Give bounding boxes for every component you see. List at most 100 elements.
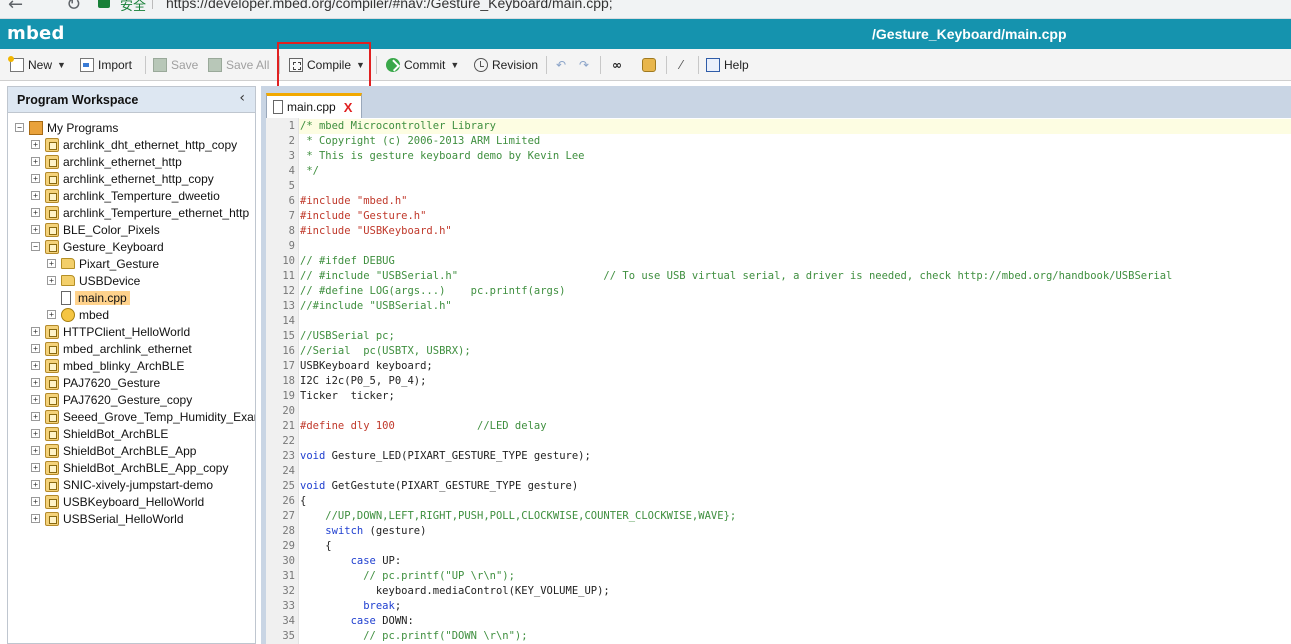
tree-expander-icon[interactable]: + — [31, 191, 40, 200]
tree-expander-icon[interactable]: + — [47, 310, 56, 319]
close-tab-icon[interactable]: X — [344, 100, 353, 115]
code-line[interactable]: */ — [300, 164, 319, 179]
code-line[interactable]: #include "mbed.h" — [300, 194, 407, 209]
code-line[interactable]: * Copyright (c) 2006-2013 ARM Limited — [300, 134, 540, 149]
chevron-down-icon[interactable]: ▼ — [450, 60, 459, 70]
preferences-button[interactable] — [642, 56, 660, 74]
tree-expander-icon[interactable]: + — [31, 429, 40, 438]
code-line[interactable]: // #include "USBSerial.h" // To use USB … — [300, 269, 1172, 284]
reload-icon[interactable]: ↻ — [66, 0, 81, 15]
tree-item-program[interactable]: + USBSerial_HelloWorld — [31, 510, 184, 527]
code-line[interactable]: /* mbed Microcontroller Library — [300, 119, 496, 134]
revision-button[interactable]: Revision — [474, 56, 538, 74]
code-line[interactable]: { — [300, 539, 331, 554]
code-line[interactable]: // pc.printf("UP \r\n"); — [300, 569, 515, 584]
code-line[interactable]: keyboard.mediaControl(KEY_VOLUME_UP); — [300, 584, 610, 599]
tree-root-my-programs[interactable]: − My Programs — [15, 119, 118, 136]
back-arrow-icon[interactable]: ← — [8, 0, 23, 15]
tree-item-program[interactable]: + HTTPClient_HelloWorld — [31, 323, 190, 340]
tree-item-program[interactable]: + SNIC-xively-jumpstart-demo — [31, 476, 213, 493]
code-line[interactable]: I2C i2c(P0_5, P0_4); — [300, 374, 426, 389]
tree-expander-icon[interactable]: + — [31, 327, 40, 336]
code-line[interactable]: case DOWN: — [300, 614, 414, 629]
tree-item-program[interactable]: + Seeed_Grove_Temp_Humidity_Example — [31, 408, 255, 425]
tree-item-program[interactable]: + ShieldBot_ArchBLE — [31, 425, 168, 442]
code-line[interactable]: //#include "USBSerial.h" — [300, 299, 452, 314]
tree-expander-icon[interactable]: + — [31, 514, 40, 523]
new-button[interactable]: New ▼ — [8, 56, 66, 74]
tree-expander-icon[interactable]: + — [31, 395, 40, 404]
tree-expander-icon[interactable]: + — [47, 259, 56, 268]
save-button[interactable]: Save — [153, 56, 198, 74]
tree-expander-icon[interactable]: + — [31, 225, 40, 234]
tree-expander-icon[interactable]: + — [31, 208, 40, 217]
tree-expander-icon[interactable]: + — [31, 157, 40, 166]
address-bar-url[interactable]: https://developer.mbed.org/compiler/#nav… — [166, 0, 613, 11]
mbed-logo[interactable]: mbed — [7, 23, 65, 44]
tree-expander-icon[interactable]: + — [31, 446, 40, 455]
chevron-down-icon[interactable]: ▼ — [57, 60, 66, 70]
tree-item-program[interactable]: + ShieldBot_ArchBLE_App — [31, 442, 196, 459]
tree-item-folder[interactable]: + USBDevice — [47, 272, 140, 289]
compile-button[interactable]: Compile ▼ — [289, 56, 365, 74]
commit-button[interactable]: Commit ▼ — [386, 56, 459, 74]
tree-item-program[interactable]: + mbed_archlink_ethernet — [31, 340, 192, 357]
tree-expander-icon[interactable]: + — [31, 140, 40, 149]
code-line[interactable]: Ticker ticker; — [300, 389, 395, 404]
tree-expander-icon[interactable]: + — [47, 276, 56, 285]
tree-item-program[interactable]: + archlink_ethernet_http — [31, 153, 182, 170]
tree-expander-icon[interactable]: − — [31, 242, 40, 251]
tree-item-program[interactable]: + archlink_Temperture_ethernet_http — [31, 204, 249, 221]
tree-expander-icon[interactable]: + — [31, 463, 40, 472]
code-line[interactable]: //Serial pc(USBTX, USBRX); — [300, 344, 471, 359]
code-line[interactable]: void Gesture_LED(PIXART_GESTURE_TYPE ges… — [300, 449, 591, 464]
code-line[interactable]: // #define LOG(args...) pc.printf(args) — [300, 284, 566, 299]
tree-expander-icon[interactable]: − — [15, 123, 24, 132]
code-line[interactable]: //UP,DOWN,LEFT,RIGHT,PUSH,POLL,CLOCKWISE… — [300, 509, 736, 524]
tree-item-program[interactable]: + BLE_Color_Pixels — [31, 221, 160, 238]
tree-expander-icon[interactable]: + — [31, 480, 40, 489]
tree-item-program[interactable]: + PAJ7620_Gesture — [31, 374, 160, 391]
code-line[interactable]: #include "Gesture.h" — [300, 209, 426, 224]
tree-item-program[interactable]: − Gesture_Keyboard — [31, 238, 164, 255]
code-line[interactable]: USBKeyboard keyboard; — [300, 359, 433, 374]
help-button[interactable]: Help — [706, 56, 749, 74]
tree-item-file[interactable]: main.cpp — [47, 289, 130, 306]
find-button[interactable]: ∞ — [610, 56, 628, 74]
tree-item-program[interactable]: + USBKeyboard_HelloWorld — [31, 493, 204, 510]
code-line[interactable]: // pc.printf("DOWN \r\n"); — [300, 629, 527, 644]
code-line[interactable]: void GetGestute(PIXART_GESTURE_TYPE gest… — [300, 479, 578, 494]
tree-expander-icon[interactable]: + — [31, 412, 40, 421]
code-line[interactable]: { — [300, 494, 306, 509]
tree-item-program[interactable]: + mbed_blinky_ArchBLE — [31, 357, 184, 374]
code-line[interactable]: * This is gesture keyboard demo by Kevin… — [300, 149, 584, 164]
code-line[interactable]: // #ifdef DEBUG — [300, 254, 395, 269]
save-all-button[interactable]: Save All — [208, 56, 269, 74]
code-line[interactable]: switch (gesture) — [300, 524, 426, 539]
code-line[interactable]: case UP: — [300, 554, 402, 569]
tree-expander-icon[interactable]: + — [31, 497, 40, 506]
tree-item-program[interactable]: + archlink_ethernet_http_copy — [31, 170, 214, 187]
tree-expander-icon[interactable]: + — [31, 378, 40, 387]
tree-item-program[interactable]: + ShieldBot_ArchBLE_App_copy — [31, 459, 228, 476]
tree-item-folder[interactable]: + Pixart_Gesture — [47, 255, 159, 272]
tree-item-program[interactable]: + archlink_Temperture_dweetio — [31, 187, 220, 204]
tree-item-folder[interactable]: + mbed — [47, 306, 109, 323]
collapse-panel-icon[interactable]: ‹ — [239, 90, 245, 106]
code-line[interactable]: #define dly 100 //LED delay — [300, 419, 547, 434]
tools-button[interactable]: ⁄ — [674, 56, 692, 74]
code-editor[interactable]: 1 2 3 4 5 6 7 8 9 10 11 12 13 14 15 16 17 18 19 20 21 22 23 24 2… — [266, 118, 1291, 644]
tree-expander-icon[interactable]: + — [31, 174, 40, 183]
tree-item-program[interactable]: + PAJ7620_Gesture_copy — [31, 391, 192, 408]
tab-main-cpp[interactable]: main.cpp X — [266, 93, 362, 118]
code-line[interactable]: //USBSerial pc; — [300, 329, 395, 344]
chevron-down-icon[interactable]: ▼ — [356, 60, 365, 70]
tree-expander-icon[interactable]: + — [31, 361, 40, 370]
code-line[interactable]: #include "USBKeyboard.h" — [300, 224, 452, 239]
import-button[interactable]: Import — [80, 56, 132, 74]
redo-button[interactable]: ↷ — [577, 56, 595, 74]
undo-button[interactable]: ↶ — [554, 56, 572, 74]
code-line[interactable]: break; — [300, 599, 401, 614]
tree-item-program[interactable]: + archlink_dht_ethernet_http_copy — [31, 136, 237, 153]
tree-expander-icon[interactable]: + — [31, 344, 40, 353]
